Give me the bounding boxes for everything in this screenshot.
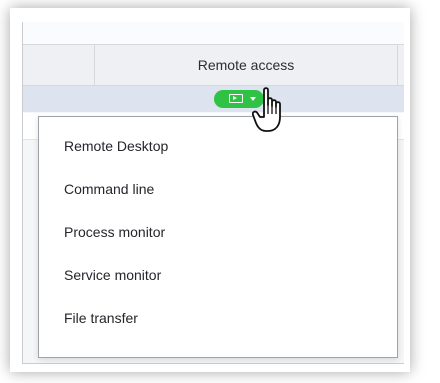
remote-desktop-icon bbox=[229, 94, 243, 103]
menu-item-remote-desktop[interactable]: Remote Desktop bbox=[64, 131, 168, 161]
menu-item-service-monitor[interactable]: Service monitor bbox=[64, 260, 161, 290]
column-divider[interactable] bbox=[397, 45, 398, 85]
table-header: Remote access bbox=[23, 45, 404, 86]
menu-item-command-line[interactable]: Command line bbox=[64, 174, 154, 204]
table-top-strip bbox=[23, 22, 404, 45]
remote-access-menu: Remote Desktop Command line Process moni… bbox=[38, 116, 398, 358]
remote-access-column-header[interactable]: Remote access bbox=[95, 45, 397, 85]
hand-pointer-icon bbox=[252, 87, 281, 132]
menu-item-process-monitor[interactable]: Process monitor bbox=[64, 217, 165, 247]
table-row[interactable] bbox=[23, 86, 404, 112]
menu-item-file-transfer[interactable]: File transfer bbox=[64, 303, 138, 333]
